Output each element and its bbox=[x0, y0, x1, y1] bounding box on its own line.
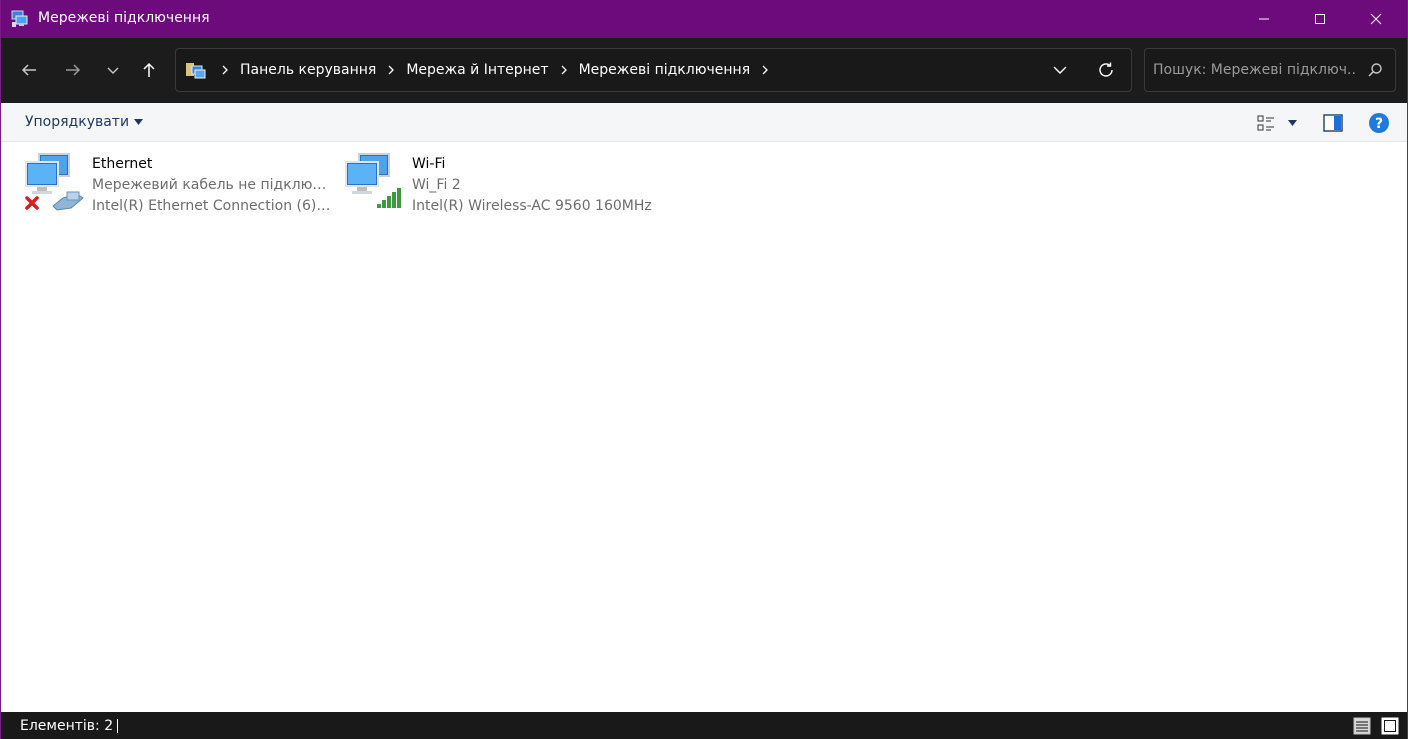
title-bar[interactable]: Мережеві підключення bbox=[1, 0, 1407, 38]
chevron-right-icon[interactable] bbox=[557, 63, 571, 77]
preview-pane-icon bbox=[1323, 114, 1343, 132]
large-icons-view-button[interactable] bbox=[1380, 716, 1400, 736]
explorer-window: Мережеві підключення Панель керування Ме… bbox=[0, 0, 1408, 739]
chevron-down-icon bbox=[1053, 66, 1067, 74]
connection-item-ethernet[interactable]: Ethernet Мережевий кабель не підключено … bbox=[23, 152, 333, 218]
details-view-button[interactable] bbox=[1352, 716, 1372, 736]
chevron-right-icon[interactable] bbox=[218, 63, 232, 77]
connection-item-wifi[interactable]: Wi-Fi Wi_Fi 2 Intel(R) Wireless-AC 9560 … bbox=[343, 152, 653, 218]
back-button[interactable] bbox=[13, 54, 45, 86]
help-icon: ? bbox=[1369, 113, 1389, 133]
breadcrumb-network-connections[interactable]: Мережеві підключення bbox=[579, 62, 751, 78]
status-divider bbox=[117, 719, 118, 733]
chevron-down-icon bbox=[107, 67, 119, 74]
status-bar: Елементів: 2 bbox=[1, 712, 1407, 739]
network-connections-icon bbox=[186, 61, 206, 81]
view-options-dropdown[interactable] bbox=[1285, 111, 1299, 135]
window-title: Мережеві підключення bbox=[38, 10, 210, 26]
view-list-icon bbox=[1257, 115, 1274, 131]
wifi-signal-icon bbox=[343, 152, 407, 216]
recent-locations-button[interactable] bbox=[97, 54, 129, 86]
organize-label: Упорядкувати bbox=[25, 114, 130, 130]
maximize-button[interactable] bbox=[1297, 0, 1343, 38]
address-bar[interactable]: Панель керування Мережа й Інтернет Мереж… bbox=[175, 48, 1132, 92]
connection-status: Мережевий кабель не підключено bbox=[92, 177, 332, 193]
navigation-bar: Панель керування Мережа й Інтернет Мереж… bbox=[1, 38, 1407, 103]
connection-adapter: Intel(R) Ethernet Connection (6) I219-V bbox=[92, 198, 332, 214]
minimize-button[interactable] bbox=[1241, 0, 1287, 38]
close-button[interactable] bbox=[1353, 0, 1399, 38]
chevron-right-icon[interactable] bbox=[384, 63, 398, 77]
connections-list: Ethernet Мережевий кабель не підключено … bbox=[1, 142, 1407, 712]
breadcrumb: Панель керування Мережа й Інтернет Мереж… bbox=[214, 49, 780, 91]
connection-status: Wi_Fi 2 bbox=[412, 177, 461, 193]
search-input[interactable] bbox=[1153, 59, 1357, 81]
refresh-button[interactable] bbox=[1094, 58, 1118, 82]
command-bar: Упорядкувати ? bbox=[1, 103, 1407, 142]
caret-down-icon bbox=[134, 119, 144, 125]
address-history-dropdown[interactable] bbox=[1048, 59, 1072, 81]
large-icons-view-icon bbox=[1381, 717, 1399, 735]
refresh-icon bbox=[1099, 62, 1113, 77]
up-button[interactable] bbox=[133, 54, 165, 86]
search-icon[interactable] bbox=[1367, 62, 1383, 78]
forward-button[interactable] bbox=[57, 54, 89, 86]
connection-name: Ethernet bbox=[92, 156, 153, 172]
arrow-left-icon bbox=[21, 64, 36, 76]
organize-menu-button[interactable]: Упорядкувати bbox=[25, 114, 144, 130]
change-view-button[interactable] bbox=[1255, 111, 1277, 135]
chevron-right-icon[interactable] bbox=[758, 63, 772, 77]
ethernet-disconnected-icon bbox=[23, 152, 87, 216]
arrow-up-icon bbox=[143, 62, 155, 77]
preview-pane-button[interactable] bbox=[1321, 111, 1345, 135]
details-view-icon bbox=[1353, 717, 1371, 735]
breadcrumb-network-internet[interactable]: Мережа й Інтернет bbox=[406, 62, 548, 78]
help-button[interactable]: ? bbox=[1367, 111, 1391, 135]
connection-name: Wi-Fi bbox=[412, 156, 446, 172]
connection-adapter: Intel(R) Wireless-AC 9560 160MHz bbox=[412, 198, 652, 214]
arrow-right-icon bbox=[66, 64, 81, 76]
svg-text:?: ? bbox=[1375, 116, 1383, 132]
breadcrumb-control-panel[interactable]: Панель керування bbox=[240, 62, 376, 78]
search-box[interactable] bbox=[1144, 48, 1396, 92]
item-count: Елементів: 2 bbox=[20, 718, 114, 734]
caret-down-icon bbox=[1287, 120, 1297, 126]
network-connections-app-icon bbox=[11, 9, 31, 29]
